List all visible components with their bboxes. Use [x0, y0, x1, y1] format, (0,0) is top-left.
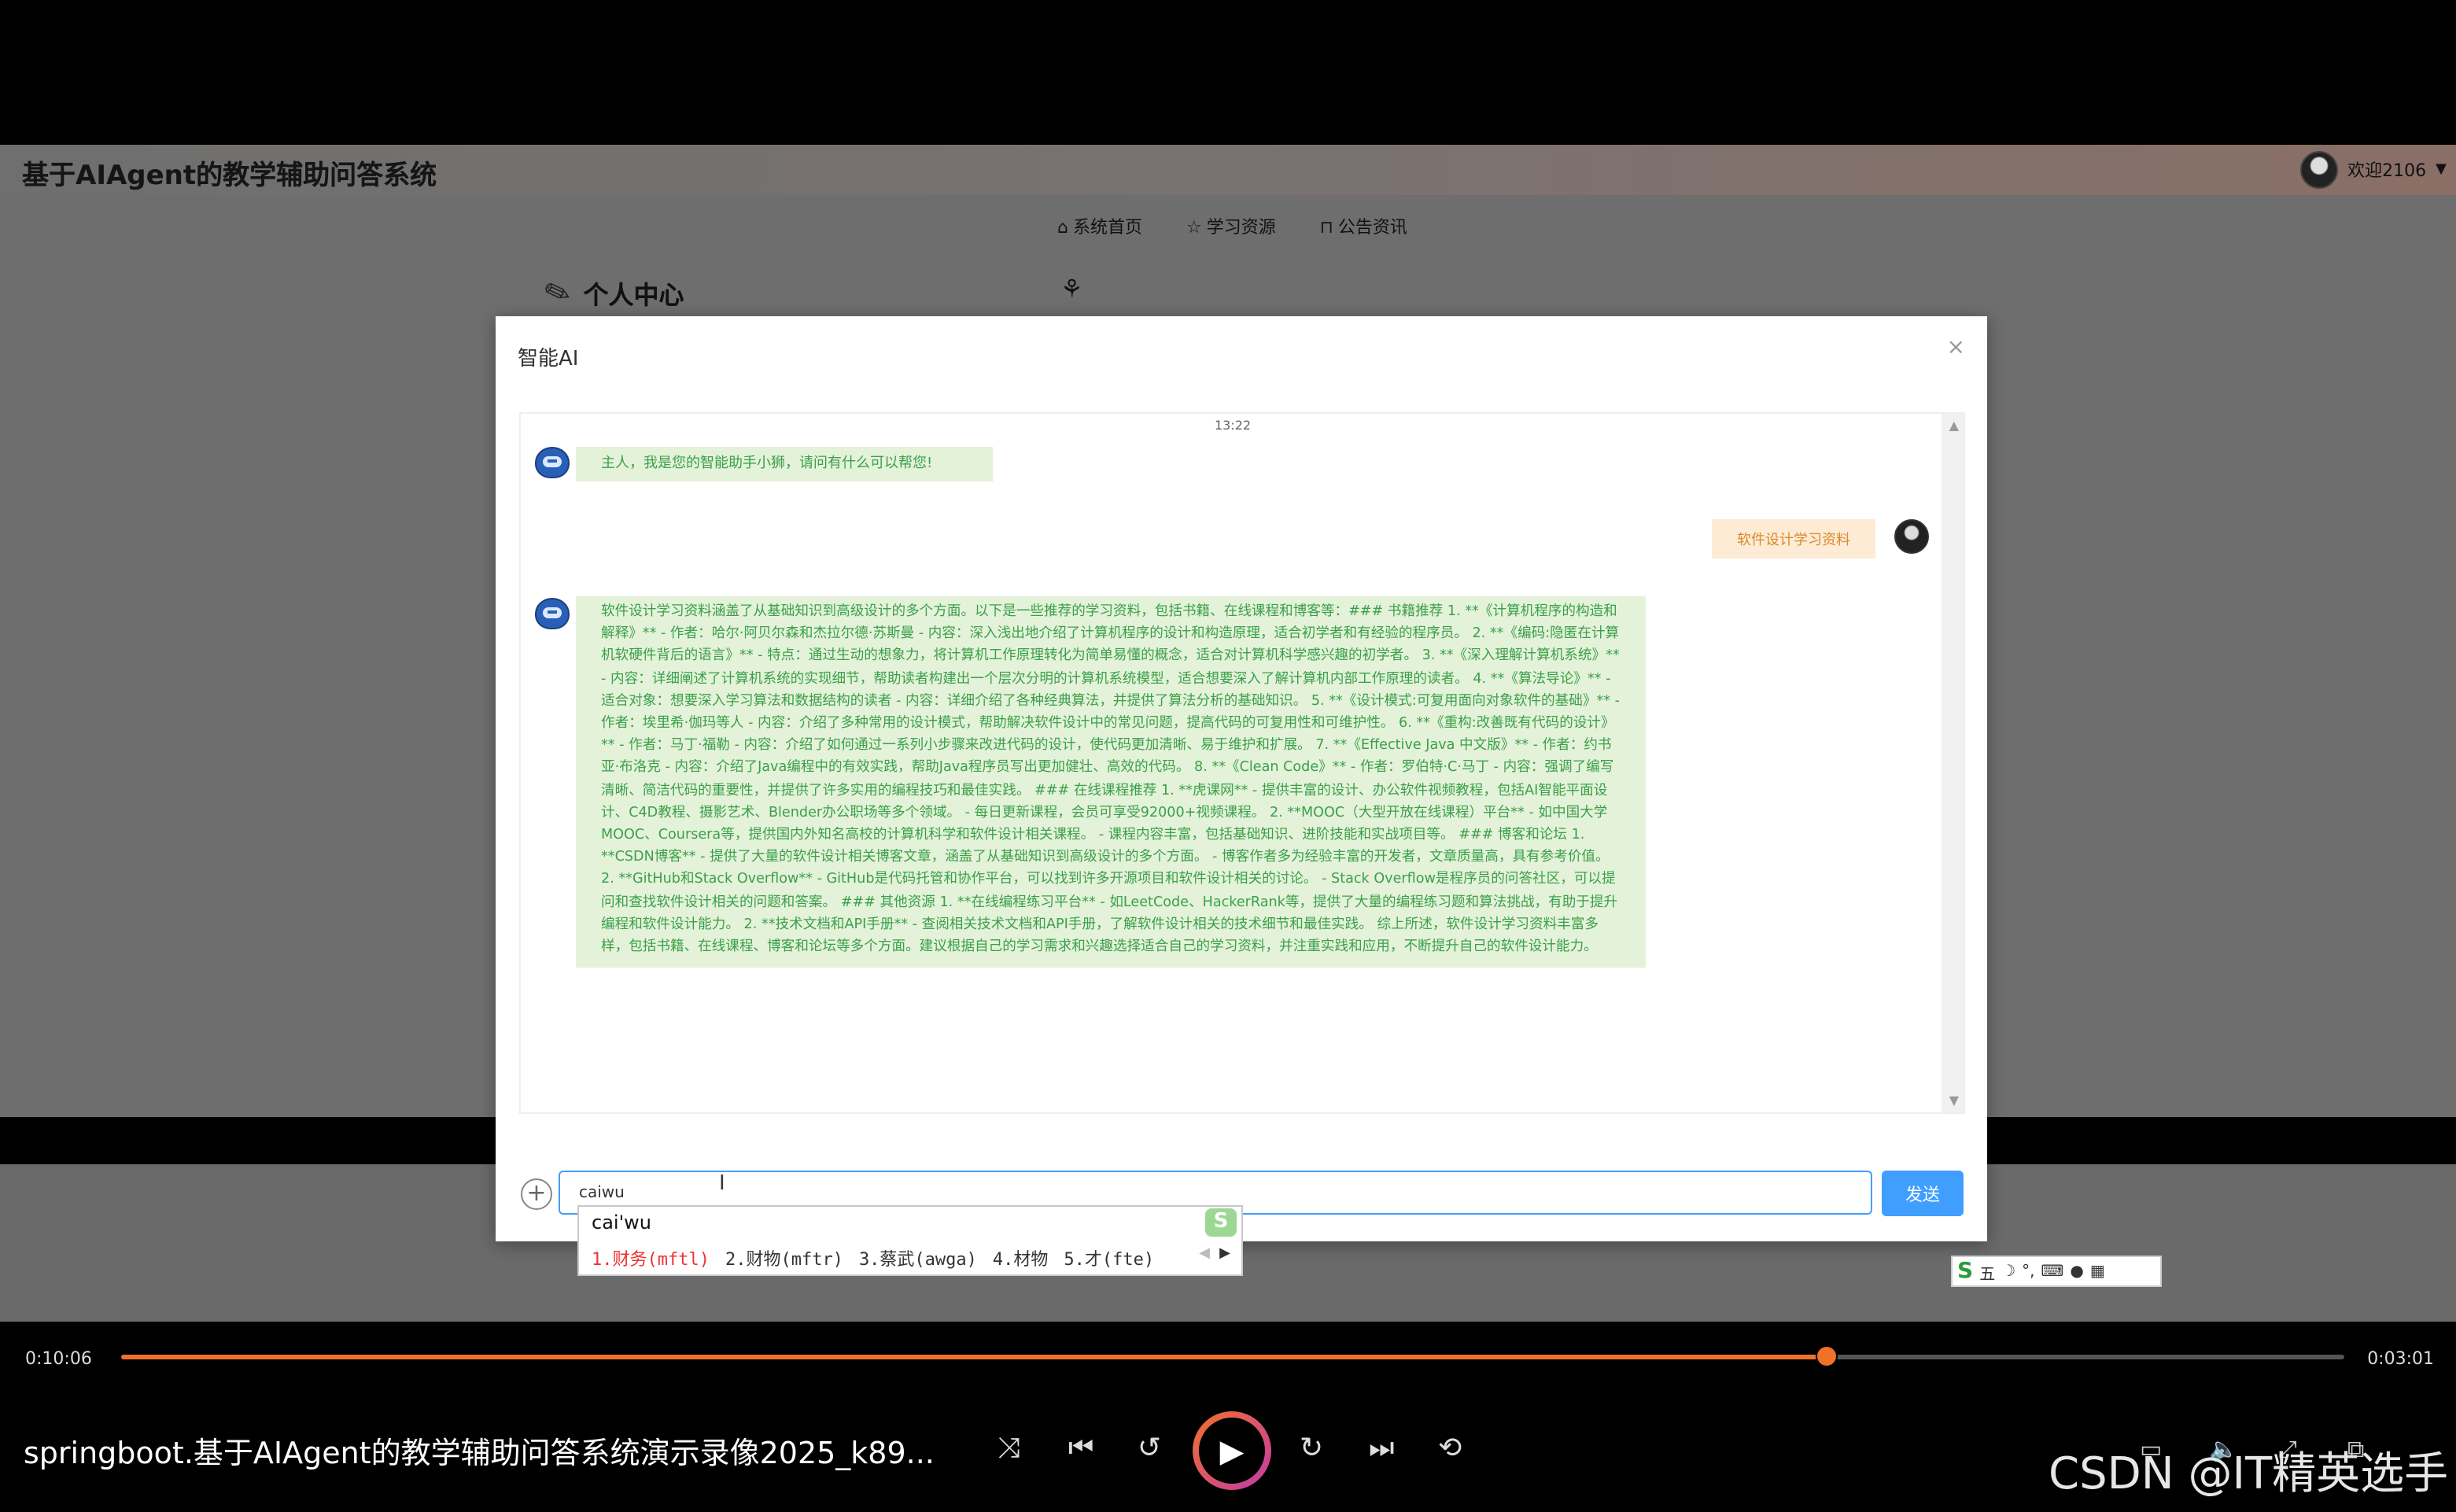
progress-thumb[interactable] — [1815, 1345, 1838, 1367]
ai-chat-dialog: 智能AI × 13:22 主人，我是您的智能助手小狮，请问有什么可以帮您! 软件… — [496, 316, 1987, 1241]
app-title: 基于AIAgent的教学辅助问答系统 — [22, 160, 437, 192]
elapsed-time: 0:10:06 — [25, 1348, 92, 1369]
progress-fill — [121, 1355, 1827, 1359]
forward-icon[interactable]: ↻ — [1300, 1432, 1323, 1465]
ime-candidate[interactable]: 1.财务(mftl) — [592, 1246, 710, 1271]
ime-candidate-list: 1.财务(mftl) 2.财物(mftr) 3.蔡武(awga) 4.材物 5.… — [592, 1246, 1154, 1271]
text-cursor-icon: I — [719, 1172, 725, 1196]
ime-mode-label[interactable]: 五 — [1979, 1259, 1995, 1283]
ime-logo-icon: S — [1205, 1208, 1237, 1237]
nav-item-news[interactable]: ⊓ 公告资讯 — [1320, 214, 1407, 239]
scroll-up-icon[interactable]: ▲ — [1949, 419, 1959, 433]
progress-bar[interactable] — [121, 1345, 2344, 1367]
repeat-icon[interactable]: ⟲ — [1438, 1432, 1462, 1465]
main-nav: ⌂ 系统首页 ☆ 学习资源 ⊓ 公告资讯 — [1057, 214, 1407, 239]
avatar — [1894, 519, 1929, 554]
star-icon: ☆ — [1186, 216, 1202, 237]
add-attachment-button[interactable]: + — [521, 1178, 552, 1210]
close-icon[interactable]: × — [1947, 335, 1965, 360]
user-menu[interactable]: 欢迎2106 ▼ — [2300, 149, 2456, 190]
user-message: 软件设计学习资料 — [1712, 519, 1876, 559]
avatar[interactable] — [2300, 151, 2339, 189]
nav-item-resources[interactable]: ☆ 学习资源 — [1186, 214, 1276, 239]
dialog-title: 智能AI — [518, 348, 579, 371]
decoration-figure: ⚘ — [1060, 274, 1083, 304]
chat-window[interactable]: 13:22 主人，我是您的智能助手小狮，请问有什么可以帮您! 软件设计学习资料 … — [519, 412, 1965, 1114]
top-letterbox — [0, 0, 2456, 145]
play-button[interactable]: ▶ — [1193, 1411, 1271, 1490]
pen-icon: ✎ — [538, 270, 577, 315]
caret-down-icon[interactable]: ▼ — [2436, 162, 2447, 178]
watermark: CSDN @IT精英选手 — [2049, 1447, 2449, 1499]
ime-candidate[interactable]: 3.蔡武(awga) — [859, 1246, 977, 1271]
ime-candidate-window: cai'wu S 1.财务(mftl) 2.财物(mftr) 3.蔡武(awga… — [577, 1205, 1243, 1276]
ime-prev-icon[interactable]: ◀ — [1199, 1246, 1210, 1262]
remaining-time: 0:03:01 — [2367, 1348, 2434, 1369]
page-title: 个人中心 — [583, 280, 684, 310]
ime-next-icon[interactable]: ▶ — [1219, 1246, 1230, 1262]
ime-candidate[interactable]: 4.材物 — [993, 1246, 1049, 1271]
lock-icon: ⊓ — [1319, 216, 1333, 237]
home-icon: ⌂ — [1057, 216, 1068, 237]
moon-icon[interactable]: ☽ — [2001, 1263, 2015, 1280]
nav-item-label: 公告资讯 — [1337, 217, 1407, 238]
page-heading: ✎ 个人中心 — [539, 271, 684, 315]
video-player-controls: 0:10:06 0:03:01 springboot.基于AIAgent的教学辅… — [0, 1322, 2456, 1512]
ime-toolbar[interactable]: S 五 ☽ °, ⌨ ● ▦ — [1951, 1256, 2162, 1287]
nav-item-label: 系统首页 — [1072, 217, 1142, 238]
ime-logo-icon: S — [1957, 1259, 1974, 1284]
ime-pinyin: cai'wu — [592, 1211, 652, 1234]
ime-candidate[interactable]: 5.才(fte) — [1064, 1246, 1154, 1271]
welcome-text: 欢迎2106 — [2347, 160, 2427, 181]
rewind-icon[interactable]: ↺ — [1138, 1432, 1161, 1465]
send-button[interactable]: 发送 — [1882, 1171, 1964, 1216]
chat-scrollbar[interactable]: ▲ ▼ — [1942, 414, 1964, 1112]
bot-avatar — [535, 447, 570, 478]
next-icon[interactable]: ⏭ — [1369, 1432, 1394, 1465]
message-timestamp: 13:22 — [1214, 419, 1252, 433]
keyboard-icon[interactable]: ⌨ — [2041, 1263, 2064, 1280]
video-title: springboot.基于AIAgent的教学辅助问答系统演示录像2025_k8… — [24, 1436, 935, 1471]
scroll-down-icon[interactable]: ▼ — [1949, 1093, 1959, 1108]
punctuation-icon[interactable]: °, — [2022, 1263, 2034, 1280]
nav-item-label: 学习资源 — [1206, 217, 1276, 238]
previous-icon[interactable]: ⏮ — [1068, 1432, 1093, 1465]
nav-item-home[interactable]: ⌂ 系统首页 — [1057, 214, 1142, 239]
ime-candidate[interactable]: 2.财物(mftr) — [725, 1246, 843, 1271]
bot-avatar — [535, 598, 570, 629]
app-header: 基于AIAgent的教学辅助问答系统 欢迎2106 ▼ — [0, 145, 2456, 195]
user-icon[interactable]: ● — [2070, 1263, 2083, 1280]
play-icon: ▶ — [1199, 1418, 1265, 1484]
bot-message: 主人，我是您的智能助手小狮，请问有什么可以帮您! — [576, 447, 993, 481]
grid-icon[interactable]: ▦ — [2090, 1263, 2105, 1280]
shuffle-icon[interactable]: ⤨ — [998, 1432, 1020, 1465]
bot-message: 软件设计学习资料涵盖了从基础知识到高级设计的多个方面。以下是一些推荐的学习资料，… — [576, 596, 1646, 968]
